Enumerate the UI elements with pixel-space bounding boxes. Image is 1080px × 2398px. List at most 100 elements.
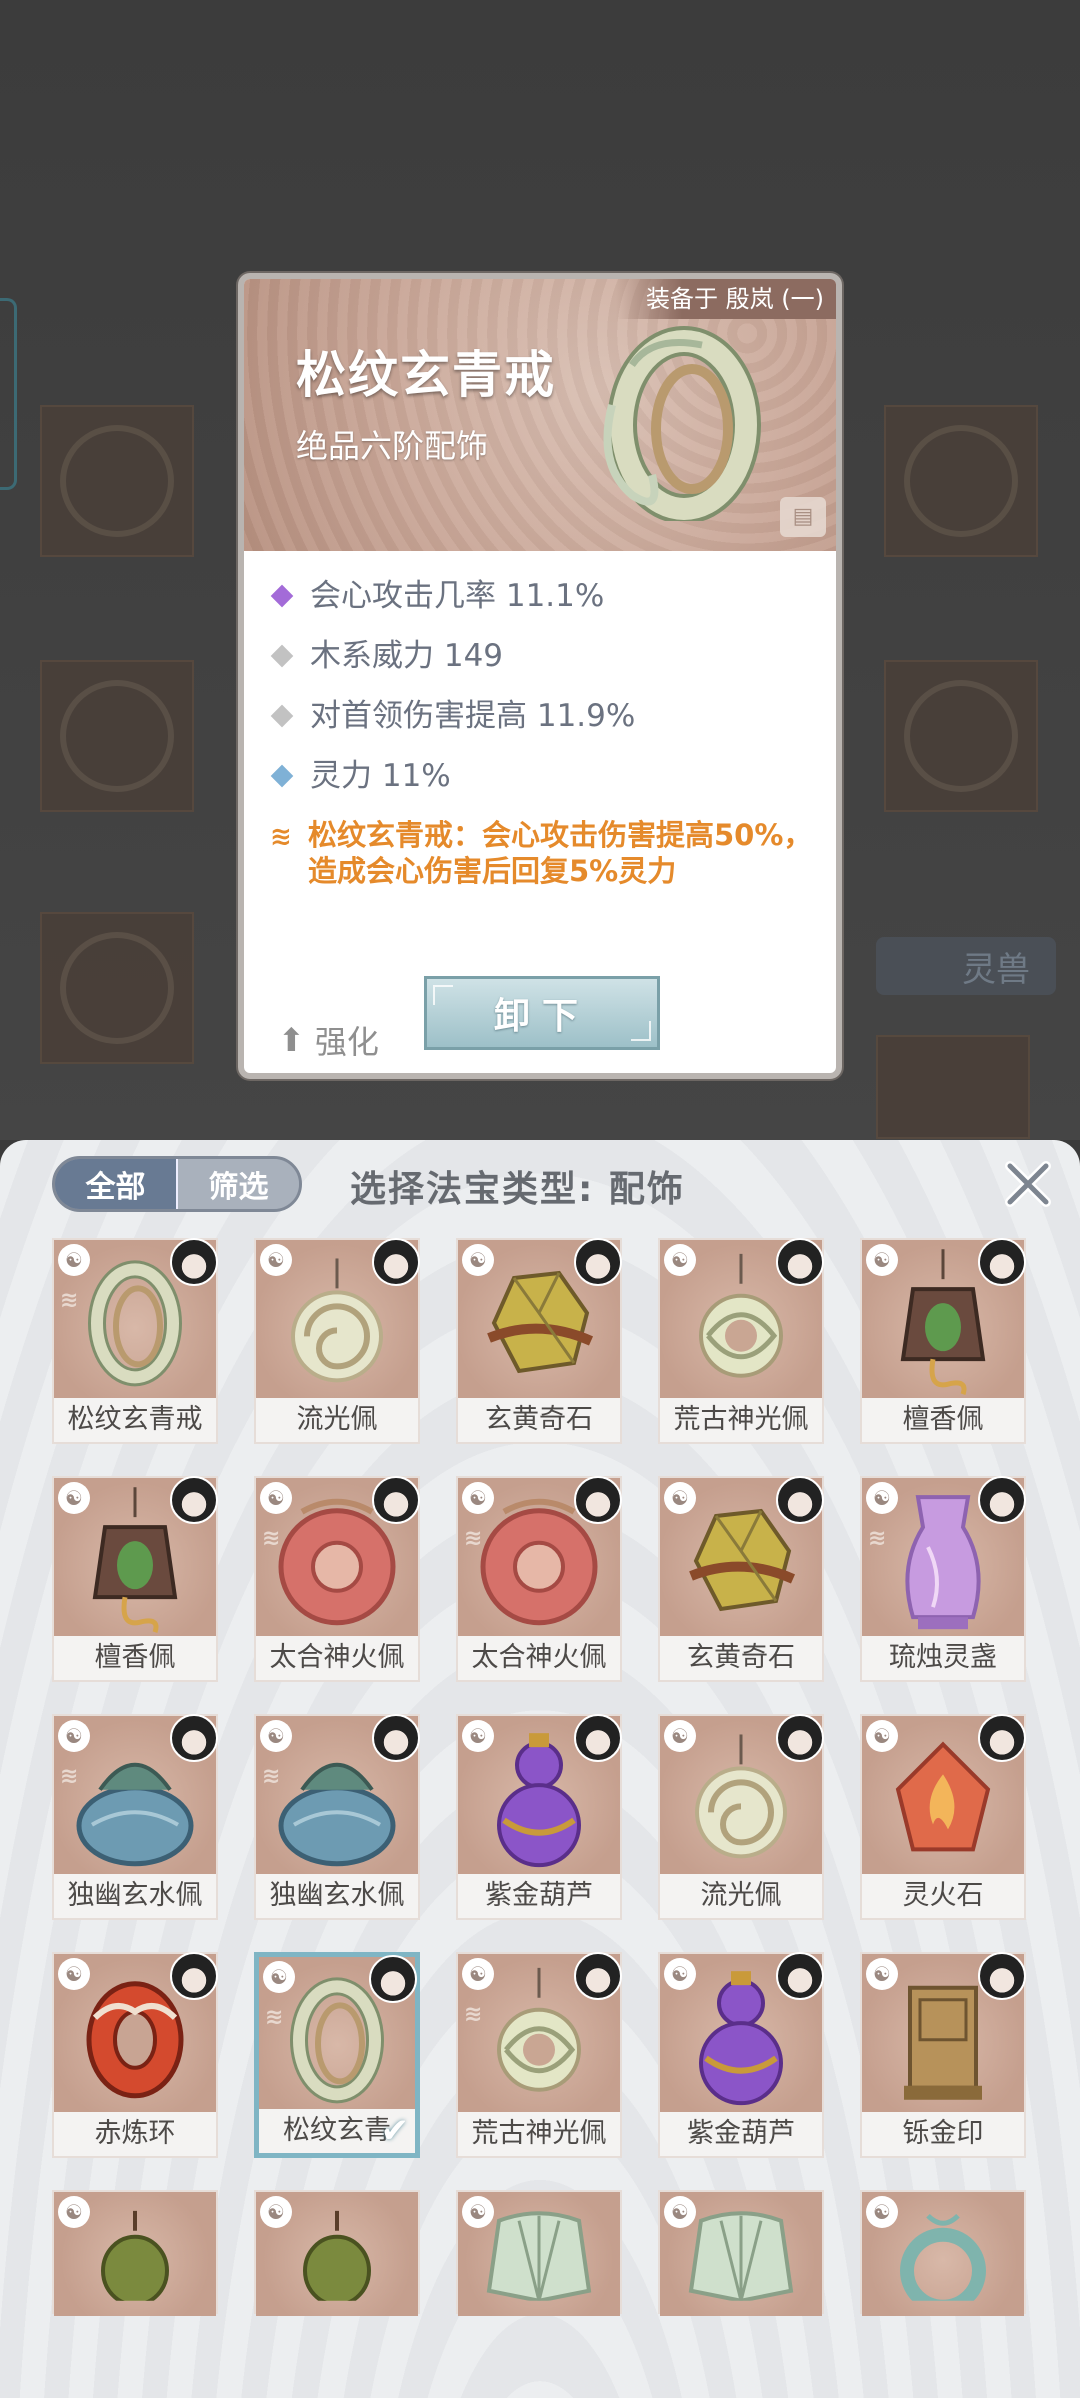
enhance-label: 强化 [314, 1023, 379, 1061]
spirit-type-icon: ☯ [664, 1720, 696, 1752]
owner-avatar [170, 1714, 218, 1762]
treasure-card[interactable]: ☯ 玄黄奇石 [456, 1238, 622, 1444]
equip-slot-pendant[interactable] [884, 660, 1038, 812]
spirit-type-icon: ☯ [866, 1244, 898, 1276]
equip-slot-ring[interactable] [884, 405, 1038, 557]
unequip-button[interactable]: 卸下 [424, 976, 660, 1050]
spirit-type-icon: ☯ [263, 1961, 295, 1993]
treasure-card[interactable]: ☯ 荒古神光佩 [658, 1238, 824, 1444]
treasure-card[interactable]: ☯ ≋ 琉烛灵盏 [860, 1476, 1026, 1682]
type-label: 选择法宝类型: 配饰 [350, 1169, 685, 1210]
treasure-card[interactable]: ☯ 紫金葫芦 [658, 1952, 824, 2158]
spirit-type-icon: ☯ [866, 1720, 898, 1752]
treasure-card[interactable]: ☯ 赤炼环 [52, 1952, 218, 2158]
owner-avatar [170, 1476, 218, 1524]
special-effect-icon: ≋ [60, 1764, 79, 1789]
diamond-icon [270, 584, 294, 608]
treasure-name: 独幽玄水佩 [256, 1874, 418, 1918]
equip-slot-pet[interactable] [876, 1035, 1030, 1139]
equip-slot-armor[interactable] [40, 660, 194, 812]
treasure-card[interactable]: ☯ 紫金葫芦 [456, 1714, 622, 1920]
spirit-type-icon: ☯ [462, 1958, 494, 1990]
spirit-type-icon: ☯ [866, 1482, 898, 1514]
treasure-card[interactable]: ☯ [860, 2190, 1026, 2316]
owner-avatar [776, 1238, 824, 1286]
treasure-card[interactable]: ☯ 铄金印 [860, 1952, 1026, 2158]
diamond-icon [270, 764, 294, 788]
treasure-name: 檀香佩 [862, 1398, 1024, 1442]
treasure-card[interactable]: ☯ [658, 2190, 824, 2316]
owner-avatar [372, 1476, 420, 1524]
treasure-card[interactable]: ☯ ≋ 独幽玄水佩 [52, 1714, 218, 1920]
special-effect-icon: ≋ [464, 1526, 483, 1551]
treasure-card[interactable]: ☯ [456, 2190, 622, 2316]
treasure-name: 太合神火佩 [256, 1636, 418, 1680]
lock-toggle-icon[interactable]: ▤ [780, 497, 826, 537]
special-effect-icon: ≋ [60, 1288, 79, 1313]
check-icon: ✔ [380, 2111, 410, 2151]
treasure-card[interactable]: ☯ ≋ 松纹玄青戒 [52, 1238, 218, 1444]
treasure-name: 松纹玄青戒 [54, 1398, 216, 1442]
treasure-card[interactable]: ☯ 灵火石 [860, 1714, 1026, 1920]
spirit-type-icon: ☯ [260, 1244, 292, 1276]
treasure-card[interactable]: ☯ ≋ 荒古神光佩 [456, 1952, 622, 2158]
treasure-card[interactable]: ☯ ≋ 松纹玄青 ✔ [254, 1952, 420, 2158]
spirit-type-icon: ☯ [462, 1244, 494, 1276]
special-effect-icon: ≋ [868, 1526, 887, 1551]
attribute-row: 木系威力 149 [270, 637, 830, 675]
treasure-card[interactable]: ☯ ≋ 太合神火佩 [254, 1476, 420, 1682]
treasure-name: 玄黄奇石 [458, 1398, 620, 1442]
spirit-type-icon: ☯ [260, 1720, 292, 1752]
owner-avatar [978, 1238, 1026, 1286]
treasure-name: 铄金印 [862, 2112, 1024, 2156]
special-effect-text: 松纹玄青戒：会心攻击伤害提高50%，造成会心伤害后回复5%灵力 [308, 818, 813, 888]
owner-avatar [776, 1476, 824, 1524]
treasure-name: 荒古神光佩 [660, 1398, 822, 1442]
arrow-up-icon: ⬆ [278, 1021, 305, 1059]
item-detail-header: 装备于 殷岚 (一) 松纹玄青戒 绝品六阶配饰 ▤ [244, 279, 836, 551]
treasure-card[interactable]: ☯ 玄黄奇石 [658, 1476, 824, 1682]
owner-avatar [574, 1714, 622, 1762]
treasure-card[interactable]: ☯ 檀香佩 [860, 1238, 1026, 1444]
owner-avatar [170, 1952, 218, 2000]
tab-all[interactable]: 全部 [55, 1159, 176, 1209]
treasure-card[interactable]: ☯ 流光佩 [658, 1714, 824, 1920]
owner-avatar [372, 1238, 420, 1286]
attribute-text: 灵力 11% [310, 758, 451, 794]
enhance-button[interactable]: ⬆ 强化 [278, 1017, 379, 1063]
spirit-type-icon: ☯ [664, 1958, 696, 1990]
item-detail-card: 装备于 殷岚 (一) 松纹玄青戒 绝品六阶配饰 ▤ 会心攻击几率 11.1% 木… [238, 273, 842, 1079]
spirit-type-icon: ☯ [866, 2196, 898, 2228]
treasure-name: 独幽玄水佩 [54, 1874, 216, 1918]
tab-filter[interactable]: 筛选 [176, 1159, 299, 1209]
pet-tab[interactable]: 灵兽 [876, 937, 1056, 995]
treasure-card[interactable]: ☯ 流光佩 [254, 1238, 420, 1444]
diamond-icon [270, 704, 294, 728]
owner-avatar [170, 1238, 218, 1286]
spirit-type-icon: ☯ [664, 1244, 696, 1276]
spirit-type-icon: ☯ [462, 1720, 494, 1752]
item-title: 松纹玄青戒 [296, 346, 556, 404]
treasure-card[interactable]: ☯ [52, 2190, 218, 2316]
treasure-name: 紫金葫芦 [660, 2112, 822, 2156]
equipped-by-label: 装备于 殷岚 (一) [616, 279, 836, 319]
treasure-card[interactable]: ☯ ≋ 太合神火佩 [456, 1476, 622, 1682]
owner-avatar [978, 1476, 1026, 1524]
owner-avatar [776, 1714, 824, 1762]
filter-segment: 全部 筛选 [52, 1156, 302, 1212]
treasure-name: 灵火石 [862, 1874, 1024, 1918]
treasure-select-panel: 全部 筛选 选择法宝类型: 配饰 ☯ ≋ 松纹玄青戒 ☯ 流光佩 ☯ 玄黄奇石 ☯ 荒古神光佩 ☯… [0, 1140, 1080, 2398]
treasure-card[interactable]: ☯ 檀香佩 [52, 1476, 218, 1682]
equip-slot-treasure[interactable] [40, 912, 194, 1064]
treasure-card[interactable]: ☯ [254, 2190, 420, 2316]
treasure-name: 玄黄奇石 [660, 1636, 822, 1680]
equip-slot-weapon[interactable] [40, 405, 194, 557]
treasure-name: 檀香佩 [54, 1636, 216, 1680]
close-icon[interactable] [1002, 1158, 1054, 1210]
left-edge-tab [0, 298, 17, 490]
owner-avatar [574, 1238, 622, 1286]
treasure-card[interactable]: ☯ ≋ 独幽玄水佩 [254, 1714, 420, 1920]
special-effect-icon: ≋ [262, 1526, 281, 1551]
spirit-type-icon: ☯ [58, 1482, 90, 1514]
owner-avatar [369, 1955, 417, 2003]
